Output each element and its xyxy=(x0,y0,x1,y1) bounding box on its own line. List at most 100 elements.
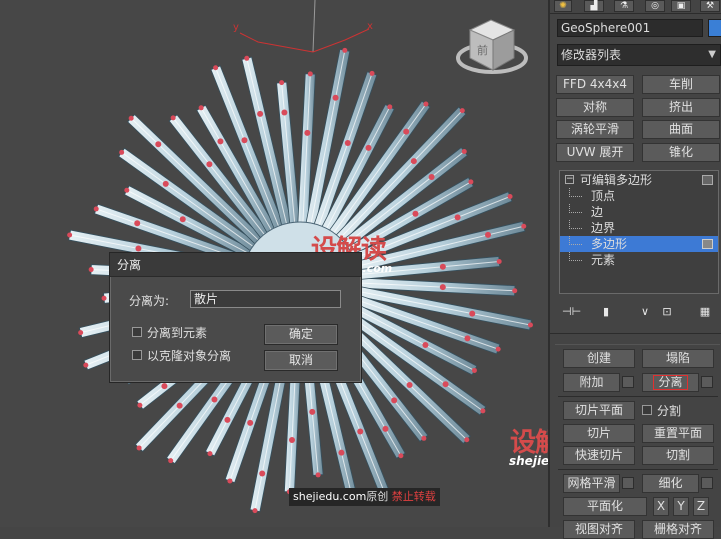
tree-connector xyxy=(569,220,582,229)
vertex-marker xyxy=(439,284,446,291)
stack-item-label: 边 xyxy=(591,205,604,219)
remove-modifier-icon[interactable]: ⊡ xyxy=(660,305,674,319)
dropdown-arrow-icon: ▼ xyxy=(708,49,716,60)
reset-plane-button[interactable]: 重置平面 xyxy=(642,424,714,443)
vertex-marker xyxy=(461,148,467,154)
credit-original: 原创 xyxy=(366,490,389,503)
ffd-button[interactable]: FFD 4x4x4 xyxy=(556,75,634,94)
surface-button[interactable]: 曲面 xyxy=(642,120,720,139)
stack-item-element[interactable]: 元素 xyxy=(560,252,718,268)
vertex-marker xyxy=(454,214,461,221)
vertex-marker xyxy=(78,330,84,336)
viewcube[interactable]: 前 xyxy=(456,19,528,74)
credit-forbid: 禁止转载 xyxy=(391,490,436,503)
extrude-button[interactable]: 挤出 xyxy=(642,98,720,117)
object-color-swatch[interactable] xyxy=(708,19,721,37)
symmetry-button[interactable]: 对称 xyxy=(556,98,634,117)
detach-settings-icon[interactable] xyxy=(701,376,713,388)
gizmo-x-axis xyxy=(312,28,370,53)
cancel-button[interactable]: 取消 xyxy=(264,350,338,371)
motion-tab-icon[interactable]: ◎ xyxy=(645,0,665,12)
view-align-button[interactable]: 视图对齐 xyxy=(563,520,635,539)
modifier-list-dropdown[interactable]: 修改器列表 ▼ xyxy=(557,44,721,66)
detach-as-clone-checkbox[interactable] xyxy=(132,350,142,360)
viewcube-front-label: 前 xyxy=(477,43,488,57)
utilities-tab-icon[interactable]: ⚒ xyxy=(700,0,720,12)
stack-item-polygon[interactable]: 多边形 xyxy=(560,236,718,252)
create-button[interactable]: 创建 xyxy=(563,349,635,368)
detach-as-clone-label: 以克隆对象分离 xyxy=(147,349,232,363)
attach-button[interactable]: 附加 xyxy=(563,373,620,392)
vertex-marker xyxy=(257,110,264,117)
vertex-marker xyxy=(391,397,398,404)
tree-connector xyxy=(569,236,582,245)
uvw-unwrap-button[interactable]: UVW 展开 xyxy=(556,143,634,162)
vertex-marker xyxy=(176,402,183,409)
perspective-viewport[interactable]: y x 前 设解读 shejiedu.com 设解读 shejiedu.com … xyxy=(0,0,548,527)
stack-root-item[interactable]: − 可编辑多边形 xyxy=(560,172,718,188)
vertex-marker xyxy=(423,101,429,107)
watermark-domain-2: shejiedu.com xyxy=(509,454,548,468)
make-unique-icon[interactable]: ∨ xyxy=(638,305,652,319)
ok-button[interactable]: 确定 xyxy=(264,324,338,345)
cut-button[interactable]: 切割 xyxy=(642,446,714,465)
attach-settings-icon[interactable] xyxy=(622,376,634,388)
detach-name-input[interactable]: 散片 xyxy=(190,290,341,308)
tessellate-settings-icon[interactable] xyxy=(701,477,713,489)
split-checkbox[interactable] xyxy=(642,405,652,415)
quickslice-button[interactable]: 快速切片 xyxy=(563,446,635,465)
vertex-marker xyxy=(224,416,231,423)
stack-item-vertex[interactable]: 顶点 xyxy=(560,188,718,204)
hierarchy-tab-icon[interactable]: ⚗ xyxy=(614,0,634,12)
object-name-field[interactable]: GeoSphere001 xyxy=(557,19,703,37)
stack-root-label: 可编辑多边形 xyxy=(580,173,653,187)
collapse-icon[interactable]: − xyxy=(565,175,574,184)
configure-modifier-sets-icon[interactable]: ▦ xyxy=(698,305,712,319)
vertex-marker xyxy=(83,362,89,368)
taper-button[interactable]: 锥化 xyxy=(642,143,720,162)
detach-button[interactable]: 分离 xyxy=(642,373,699,392)
slice-plane-button[interactable]: 切片平面 xyxy=(563,401,635,420)
meshsmooth-settings-icon[interactable] xyxy=(622,477,634,489)
display-tab-icon[interactable]: ▣ xyxy=(671,0,691,12)
vertex-marker xyxy=(496,258,502,264)
gizmo-y-axis xyxy=(239,32,314,53)
vertex-marker xyxy=(464,335,471,342)
planar-z-button[interactable]: Z xyxy=(693,497,709,516)
vertex-marker xyxy=(507,193,513,199)
detach-to-element-checkbox[interactable] xyxy=(132,327,142,337)
tessellate-button[interactable]: 细化 xyxy=(642,474,699,493)
slice-button[interactable]: 切片 xyxy=(563,424,635,443)
collapse-button[interactable]: 塌陷 xyxy=(642,349,714,368)
create-tab-icon[interactable]: ✺ xyxy=(554,0,572,12)
planar-x-button[interactable]: X xyxy=(653,497,669,516)
vertex-marker xyxy=(309,408,316,415)
vertex-marker xyxy=(244,55,250,61)
detach-to-element-label: 分离到元素 xyxy=(147,326,208,340)
make-planar-button[interactable]: 平面化 xyxy=(563,497,647,516)
meshsmooth-button[interactable]: 网格平滑 xyxy=(563,474,620,493)
pin-stack-icon[interactable]: ⊣⊢ xyxy=(562,305,581,319)
vertex-marker xyxy=(521,223,527,229)
vertex-marker xyxy=(304,129,311,136)
vertex-marker xyxy=(259,470,266,477)
planar-y-button[interactable]: Y xyxy=(673,497,689,516)
vertex-marker xyxy=(406,382,413,389)
stack-item-border[interactable]: 边界 xyxy=(560,220,718,236)
vertex-marker xyxy=(459,108,465,114)
stack-item-toggle-icon[interactable] xyxy=(702,239,713,249)
modify-tab-icon[interactable]: ▟ xyxy=(584,0,604,12)
stack-item-edge[interactable]: 边 xyxy=(560,204,718,220)
vertex-marker xyxy=(198,105,204,111)
vertex-marker xyxy=(135,245,142,252)
watermark-credit: shejiedu.com原创 禁止转载 xyxy=(289,488,440,506)
grid-align-button[interactable]: 栅格对齐 xyxy=(642,520,714,539)
show-end-result-icon[interactable]: ▮ xyxy=(600,305,612,319)
lathe-button[interactable]: 车削 xyxy=(642,75,720,94)
vertex-marker xyxy=(428,174,435,181)
vertex-marker xyxy=(288,437,295,444)
vertex-marker xyxy=(480,408,486,414)
vertex-marker xyxy=(213,65,219,71)
stack-toggle-icon[interactable] xyxy=(702,175,713,185)
turbosmooth-button[interactable]: 涡轮平滑 xyxy=(556,120,634,139)
